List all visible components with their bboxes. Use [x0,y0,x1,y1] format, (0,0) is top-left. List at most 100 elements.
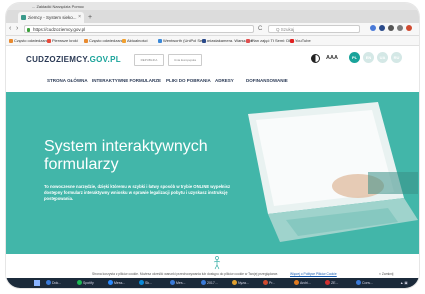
hero-title: System interaktywnych formularzy [44,138,208,173]
windows-start-icon[interactable] [34,280,40,286]
home-icon[interactable] [388,25,394,31]
taskbar-app-icon [263,280,268,285]
bookmark-icon [158,38,162,43]
taskbar-app-icon [356,280,361,285]
bookmark-item[interactable]: Często odwiedzane [84,36,124,45]
tab-title: ziemcy - System sieko... [28,15,77,20]
taskbar-item[interactable]: Archi... [294,278,311,288]
reload-button[interactable]: C [258,24,262,34]
logo-gov-text: GOV.PL [89,55,121,64]
nav-addresses[interactable]: ADRESY [215,78,234,83]
nav-home[interactable]: STRONA GŁÓWNA [47,78,88,83]
back-button[interactable]: ‹ [9,24,11,34]
site-logo[interactable]: CUDZOZIEMCY.GOV.PL [26,55,121,64]
system-tray[interactable]: ▲ ▣ [400,278,408,288]
hero-description: To nowoczesne narzędzie, dzięki któremu … [44,184,231,201]
taskbar-label: Archi... [300,281,311,285]
bookmark-item[interactable]: Pierwsze kroki [47,36,78,45]
taskbar-label: Spotify [83,281,94,285]
hero-banner: System interaktywnych formularzy To nowo… [6,92,419,254]
bookmark-label: Często odwiedzane [14,38,49,43]
taskbar-item[interactable]: Nyza... [232,278,249,288]
taskbar-item[interactable]: Dok... [46,278,61,288]
browser-menubar[interactable]: ... Zakładki Narzędzia Pomoc [6,3,419,10]
font-size-toggle[interactable]: AAA [326,54,338,63]
lock-icon [27,27,30,32]
browser-window: ... Zakładki Narzędzia Pomoc ziemcy - Sy… [6,3,419,288]
share-icon[interactable] [379,25,385,31]
lang-en-button[interactable]: EN [363,52,374,63]
address-bar-url: https://cudzoziemcy.gov.pl [33,27,86,32]
taskbar-app-icon [46,280,51,285]
bookmark-label: Często odwiedzane [89,38,124,43]
nav-interactive-forms[interactable]: INTERAKTYWNE FORMULARZE [92,78,161,83]
taskbar-label: Pr... [269,281,276,285]
taskbar-item[interactable]: Spotify [77,278,94,288]
download-icon[interactable] [370,25,376,31]
bookmark-item[interactable]: Aktualności [122,36,147,45]
taskbar-app-icon [294,280,299,285]
taskbar-app-icon [139,280,144,285]
tab-close-icon[interactable]: × [78,12,81,23]
nav-downloads[interactable]: PLIKI DO POBRANIA [166,78,211,83]
taskbar-item[interactable]: Conv... [356,278,373,288]
logo-main-text: CUDZOZIEMCY. [26,55,90,64]
taskbar-label: Mess... [114,281,126,285]
taskbar-item[interactable]: ZE... [325,278,338,288]
contrast-toggle-icon[interactable] [311,54,320,63]
taskbar-label: Dok... [52,281,62,285]
taskbar-app-icon [108,280,113,285]
menu-icon[interactable] [406,25,412,31]
search-input[interactable]: Q Szukaj [268,25,360,33]
laptop-hand-image [248,102,418,242]
taskbar-label: Mes... [176,281,186,285]
taskbar-app-icon [170,280,175,285]
bookmarks-bar: Często odwiedzane Pierwsze kroki Często od… [6,36,419,46]
main-navigation: STRONA GŁÓWNA INTERAKTYWNE FORMULARZE PL… [6,70,419,93]
taskbar-app-icon [77,280,82,285]
partner-logo-2: Unia Europejska [168,54,202,66]
taskbar-app-icon [325,280,330,285]
cookie-policy-link[interactable]: Więcej o Polityce Plików Cookie [290,271,337,278]
taskbar-item[interactable]: Sk... [139,278,152,288]
browser-tab[interactable]: ziemcy - System sieko... × [18,12,84,23]
nav-funding[interactable]: DOFINANSOWANIE [246,78,288,83]
taskbar-label: Sk... [145,281,153,285]
cookie-close-button[interactable]: × Zamknij [379,271,393,278]
bookmark-icon [290,38,294,43]
bookmark-icon [84,38,88,43]
forward-button[interactable]: › [16,24,18,34]
bookmark-item[interactable]: Plan zajęć Tł Semi: Dłu... [246,36,296,45]
bookmark-icon [246,38,250,43]
bookmark-icon [122,38,126,43]
taskbar-item[interactable]: 2017... [201,278,218,288]
bookmark-icon [202,38,206,43]
navigation-toolbar: ‹ › https://cudzoziemcy.gov.pl C Q Szuka… [6,23,419,36]
tab-bar: ziemcy - System sieko... × + [6,10,419,23]
cookie-banner: Strona korzysta z plików cookie. Możesz … [6,271,419,278]
lang-ua-button[interactable]: UA [377,52,388,63]
bookmark-label: Pierwsze kroki [52,38,78,43]
site-header: CUDZOZIEMCY.GOV.PL REPUBLIKA Unia Europe… [6,46,419,70]
site-favicon-icon [21,15,26,20]
new-tab-button[interactable]: + [88,13,92,23]
taskbar-item[interactable]: Pr... [263,278,275,288]
bookmark-item[interactable]: YouTube [290,36,311,45]
lang-ru-button[interactable]: RU [391,52,402,63]
address-bar[interactable]: https://cudzoziemcy.gov.pl [24,25,254,33]
partner-logo-1: REPUBLIKA [134,54,164,66]
taskbar-label: Conv... [362,281,373,285]
extension-icon[interactable] [397,25,403,31]
taskbar-app-icon [232,280,237,285]
bookmark-label: YouTube [295,38,311,43]
lang-pl-button[interactable]: PL [349,52,360,63]
bookmark-item[interactable]: Często odwiedzane [9,36,49,45]
taskbar: ▲ ▣ Dok... Spotify Mess... Sk... Mes... 2017.… [6,278,419,288]
taskbar-item[interactable]: Mess... [108,278,125,288]
taskbar-item[interactable]: Mes... [170,278,186,288]
bookmark-label: Plan zajęć Tł Semi: Dłu... [251,38,296,43]
taskbar-label: 2017... [207,281,218,285]
bookmark-icon [9,38,13,43]
taskbar-label: Nyza... [238,281,249,285]
person-icon [213,256,221,270]
